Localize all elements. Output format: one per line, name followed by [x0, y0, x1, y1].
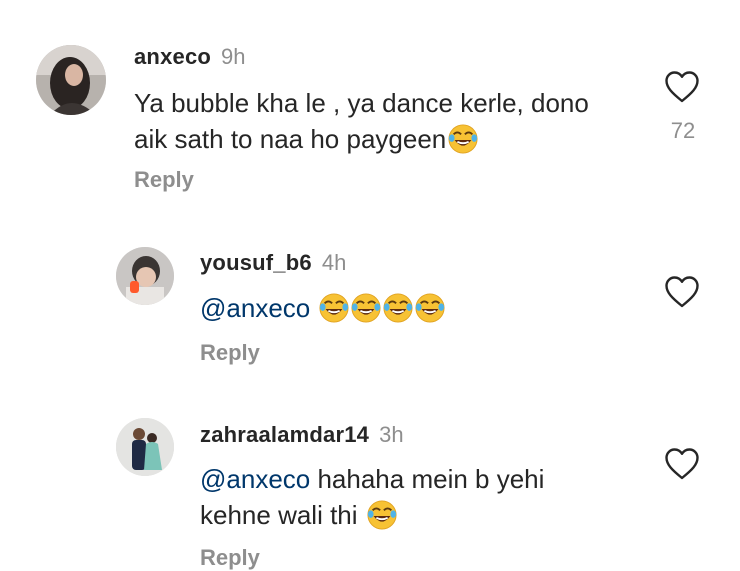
- mention-link[interactable]: @anxeco: [200, 464, 310, 494]
- comment-text-line2: kehne wali thi: [200, 500, 358, 530]
- avatar[interactable]: [116, 247, 174, 305]
- heart-outline-icon: [665, 71, 699, 103]
- face-with-tears-of-joy-icon: [415, 293, 445, 323]
- emoji-group: [317, 293, 445, 323]
- face-with-tears-of-joy-icon: [319, 293, 349, 323]
- timestamp: 4h: [321, 250, 347, 275]
- avatar-image: [116, 247, 174, 305]
- username[interactable]: anxeco: [134, 44, 211, 69]
- avatar[interactable]: [36, 45, 106, 115]
- comment-text-line1: Ya bubble kha le , ya dance kerle, dono: [134, 88, 589, 118]
- avatar[interactable]: [116, 418, 174, 476]
- comment-meta: yousuf_b6 4h: [200, 250, 346, 276]
- face-with-tears-of-joy-icon: [351, 293, 381, 323]
- mention-link[interactable]: @anxeco: [200, 293, 310, 323]
- heart-outline-icon: [665, 448, 699, 480]
- timestamp: 3h: [379, 422, 404, 447]
- comment-text-line2: aik sath to naa ho paygeen: [134, 124, 447, 154]
- username[interactable]: zahraalamdar14: [200, 422, 369, 447]
- like-count: 72: [670, 118, 696, 143]
- comment-meta: anxeco 9h: [134, 44, 246, 70]
- timestamp: 9h: [221, 44, 246, 69]
- avatar-image: [116, 418, 174, 476]
- username[interactable]: yousuf_b6: [200, 250, 312, 275]
- avatar-image: [36, 45, 106, 115]
- reply-button[interactable]: Reply: [200, 545, 260, 571]
- face-with-tears-of-joy-icon: [448, 124, 478, 154]
- comment-text: @anxeco: [200, 290, 445, 326]
- reply-button[interactable]: Reply: [134, 167, 194, 193]
- like-button[interactable]: [664, 447, 700, 481]
- like-button[interactable]: [664, 275, 700, 309]
- comment-text: @anxeco hahaha mein b yehi kehne wali th…: [200, 461, 544, 533]
- like-button[interactable]: [664, 70, 700, 104]
- reply-button[interactable]: Reply: [200, 340, 260, 366]
- comment-text: Ya bubble kha le , ya dance kerle, dono …: [134, 85, 589, 157]
- face-with-tears-of-joy-icon: [367, 500, 397, 530]
- comment-meta: zahraalamdar14 3h: [200, 422, 404, 448]
- comment-text-line1: hahaha mein b yehi: [317, 464, 545, 494]
- heart-outline-icon: [665, 276, 699, 308]
- face-with-tears-of-joy-icon: [383, 293, 413, 323]
